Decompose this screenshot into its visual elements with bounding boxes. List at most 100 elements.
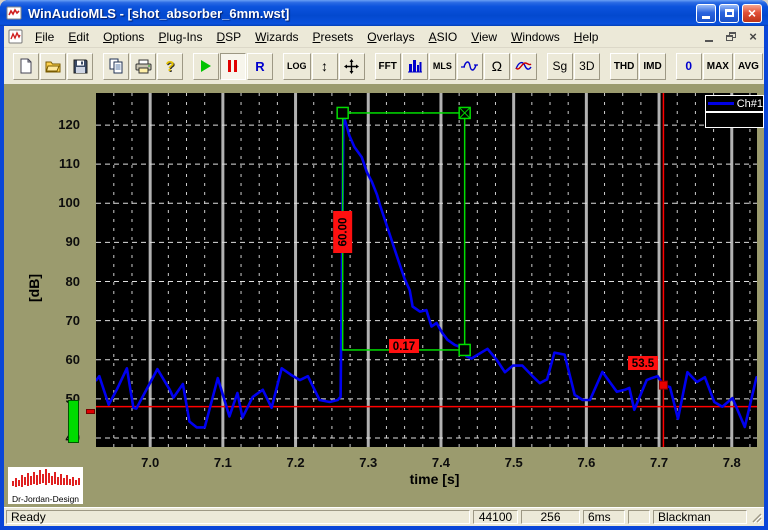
vendor-logo: Dr-Jordan-Design — [8, 467, 83, 504]
chart-client-area: 60.000.1753.5 1201101009080706050407.07.… — [4, 84, 764, 507]
vertical-zoom-button[interactable]: ↕ — [311, 52, 338, 80]
y-tick-label: 90 — [65, 234, 80, 250]
save-floppy-icon — [73, 59, 87, 73]
pause-button[interactable] — [220, 52, 246, 80]
pan-button[interactable] — [338, 52, 365, 80]
x-tick-label: 7.5 — [504, 455, 523, 470]
open-folder-icon — [45, 61, 60, 73]
measure-handle-topleft[interactable] — [336, 106, 349, 120]
legend-empty-row — [705, 112, 764, 128]
fft-button[interactable]: FFT — [374, 52, 401, 80]
y-tick-label: 70 — [65, 312, 80, 328]
spectrum-button[interactable] — [401, 52, 428, 80]
resize-grip[interactable] — [750, 511, 763, 524]
level-meter-peak-mark — [86, 409, 95, 414]
menu-item-dsp[interactable]: DSP — [209, 28, 248, 46]
new-file-button[interactable] — [13, 52, 39, 80]
open-file-button[interactable] — [40, 52, 66, 80]
menu-item-help[interactable]: Help — [567, 28, 606, 46]
max-hold-button[interactable]: MAX — [702, 52, 733, 80]
menu-item-overlays[interactable]: Overlays — [360, 28, 421, 46]
minimize-button[interactable] — [696, 3, 716, 23]
vendor-logo-text: Dr-Jordan-Design — [11, 494, 80, 504]
window-title: WinAudioMLS - [shot_absorber_6mm.wst] — [28, 5, 290, 21]
close-button[interactable]: × — [742, 3, 762, 23]
waveform-plot[interactable]: 60.00 0.17 53.5 — [96, 93, 757, 447]
x-tick-label: 7.2 — [286, 455, 305, 470]
status-field-blocksize: 256 — [521, 510, 580, 524]
menu-item-plug-ins[interactable]: Plug-Ins — [151, 28, 209, 46]
play-button[interactable] — [193, 52, 219, 80]
x-tick-label: 7.1 — [213, 455, 232, 470]
help-icon: ? — [165, 57, 175, 75]
cursor-value-label: 53.5 — [632, 358, 655, 370]
mdi-minimize-button[interactable] — [700, 29, 718, 45]
spectrum-bars-icon — [407, 60, 422, 73]
save-button[interactable] — [67, 52, 93, 80]
mls-button[interactable]: MLS — [428, 52, 456, 80]
level-meter-bar — [68, 400, 79, 443]
legend-label: Ch#1 — [736, 97, 763, 110]
menu-item-asio[interactable]: ASIO — [422, 28, 465, 46]
delta-db-label: 60.00 — [338, 218, 350, 247]
impedance-button[interactable]: Ω — [483, 52, 510, 80]
four-way-arrow-icon — [344, 58, 359, 74]
overlay-curves-icon — [515, 61, 532, 70]
copy-button[interactable] — [103, 52, 129, 80]
toolbar: ? R LOG ↕ FFT MLS Ω Sg 3D THD IMD 0 MAX … — [4, 48, 764, 84]
zero-button[interactable]: 0 — [675, 52, 702, 80]
x-tick-label: 7.3 — [359, 455, 378, 470]
new-file-icon — [20, 58, 32, 74]
measure-rectangle[interactable] — [341, 112, 466, 351]
log-scale-button[interactable]: LOG — [283, 52, 311, 80]
omega-icon: Ω — [491, 58, 503, 74]
copy-icon — [109, 58, 122, 74]
print-button[interactable] — [130, 52, 156, 80]
status-field-time: 6ms — [583, 510, 625, 524]
legend-line-swatch — [708, 102, 734, 105]
menu-item-wizards[interactable]: Wizards — [248, 28, 305, 46]
legend[interactable]: Ch#1 — [705, 95, 764, 112]
menu-item-edit[interactable]: Edit — [61, 28, 96, 46]
status-bar: Ready 44100 256 6ms Blackman — [4, 507, 764, 526]
mdi-restore-button[interactable] — [722, 29, 740, 45]
mdi-close-button[interactable]: × — [744, 29, 762, 45]
app-icon — [6, 6, 22, 20]
mdi-document-icon[interactable] — [8, 29, 24, 44]
waveform-button[interactable] — [456, 52, 483, 80]
overlay-curves-button[interactable] — [510, 52, 537, 80]
thd-button[interactable]: THD — [609, 52, 639, 80]
menu-bar: File Edit Options Plug-Ins DSP Wizards Presets… — [4, 26, 764, 48]
maximize-button[interactable] — [719, 3, 739, 23]
signal-generator-button[interactable]: Sg — [546, 52, 573, 80]
menu-item-file[interactable]: File — [28, 28, 61, 46]
menu-item-presets[interactable]: Presets — [306, 28, 361, 46]
window-titlebar[interactable]: WinAudioMLS - [shot_absorber_6mm.wst] × — [0, 0, 768, 26]
cursor-marker[interactable] — [658, 380, 668, 390]
3d-view-button[interactable]: 3D — [573, 52, 600, 80]
average-button[interactable]: AVG — [733, 52, 763, 80]
mdi-window-controls: × — [696, 29, 762, 45]
print-icon — [135, 59, 151, 73]
status-field-empty — [628, 510, 650, 524]
status-message: Ready — [6, 510, 470, 524]
play-icon — [201, 60, 211, 72]
imd-button[interactable]: IMD — [639, 52, 666, 80]
x-axis-title: time [s] — [409, 471, 460, 487]
x-tick-label: 7.4 — [431, 455, 450, 470]
status-field-samplerate: 44100 — [473, 510, 518, 524]
x-tick-label: 7.8 — [722, 455, 741, 470]
menu-item-windows[interactable]: Windows — [504, 28, 567, 46]
x-tick-label: 7.7 — [650, 455, 669, 470]
channel1-trace — [96, 113, 757, 429]
record-r-button[interactable]: R — [247, 52, 273, 80]
vendor-logo-waveform-icon — [11, 469, 80, 487]
help-button[interactable]: ? — [157, 52, 183, 80]
menu-item-view[interactable]: View — [464, 28, 504, 46]
y-tick-label: 110 — [59, 156, 80, 172]
menu-item-options[interactable]: Options — [96, 28, 151, 46]
y-tick-label: 100 — [58, 195, 80, 211]
sine-wave-icon — [461, 60, 479, 71]
menu-items: File Edit Options Plug-Ins DSP Wizards Presets… — [28, 28, 605, 46]
measure-handle-bottomright[interactable] — [458, 343, 471, 357]
